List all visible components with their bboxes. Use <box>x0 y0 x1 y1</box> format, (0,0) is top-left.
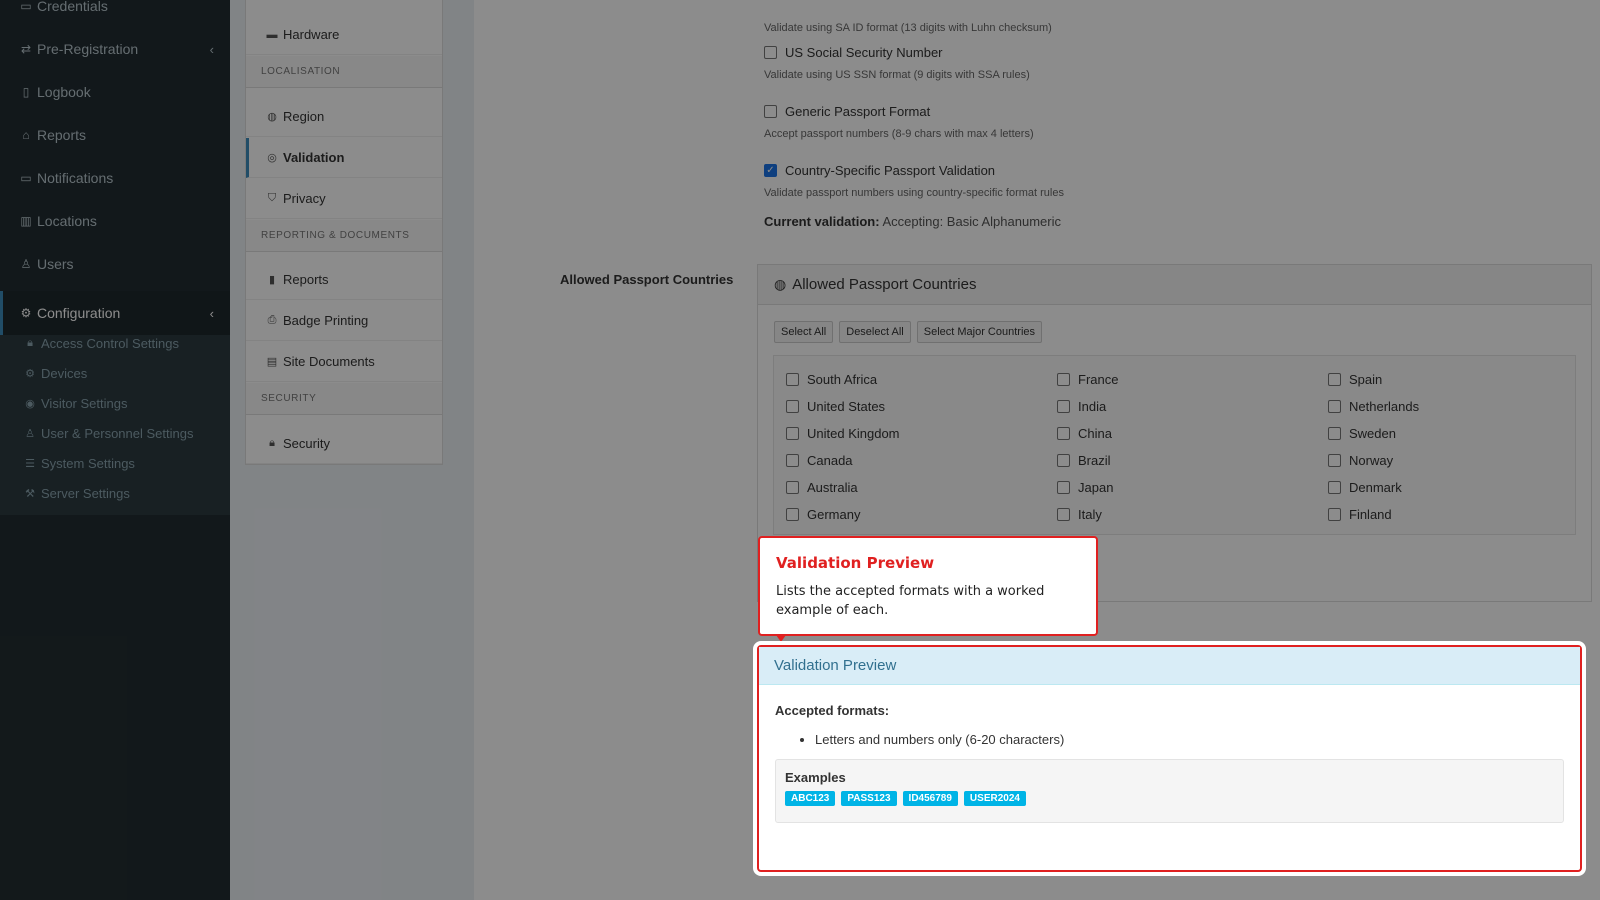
example-tag: USER2024 <box>963 791 1026 806</box>
validation-preview-body: Accepted formats: Letters and numbers on… <box>759 685 1580 823</box>
example-tag: PASS123 <box>841 791 897 806</box>
callout-text: Lists the accepted formats with a worked… <box>776 584 1045 618</box>
callout-pointer <box>776 635 786 642</box>
accepted-formats-label: Accepted formats: <box>775 703 890 718</box>
validation-preview-header: Validation Preview <box>759 647 1580 685</box>
example-tag: ABC123 <box>785 791 836 806</box>
tour-callout: Validation Preview Lists the accepted fo… <box>758 536 1098 642</box>
examples-label: Examples <box>785 770 846 785</box>
validation-preview-panel: Validation Preview Accepted formats: Let… <box>757 645 1582 872</box>
callout-title: Validation Preview <box>776 554 935 572</box>
example-tags: ABC123 PASS123 ID456789 USER2024 <box>785 791 1554 806</box>
examples-box: Examples ABC123 PASS123 ID456789 USER202… <box>775 759 1564 823</box>
example-tag: ID456789 <box>902 791 958 806</box>
accepted-formats-list: Letters and numbers only (6-20 character… <box>775 732 1564 747</box>
accepted-format-item: Letters and numbers only (6-20 character… <box>815 732 1564 747</box>
